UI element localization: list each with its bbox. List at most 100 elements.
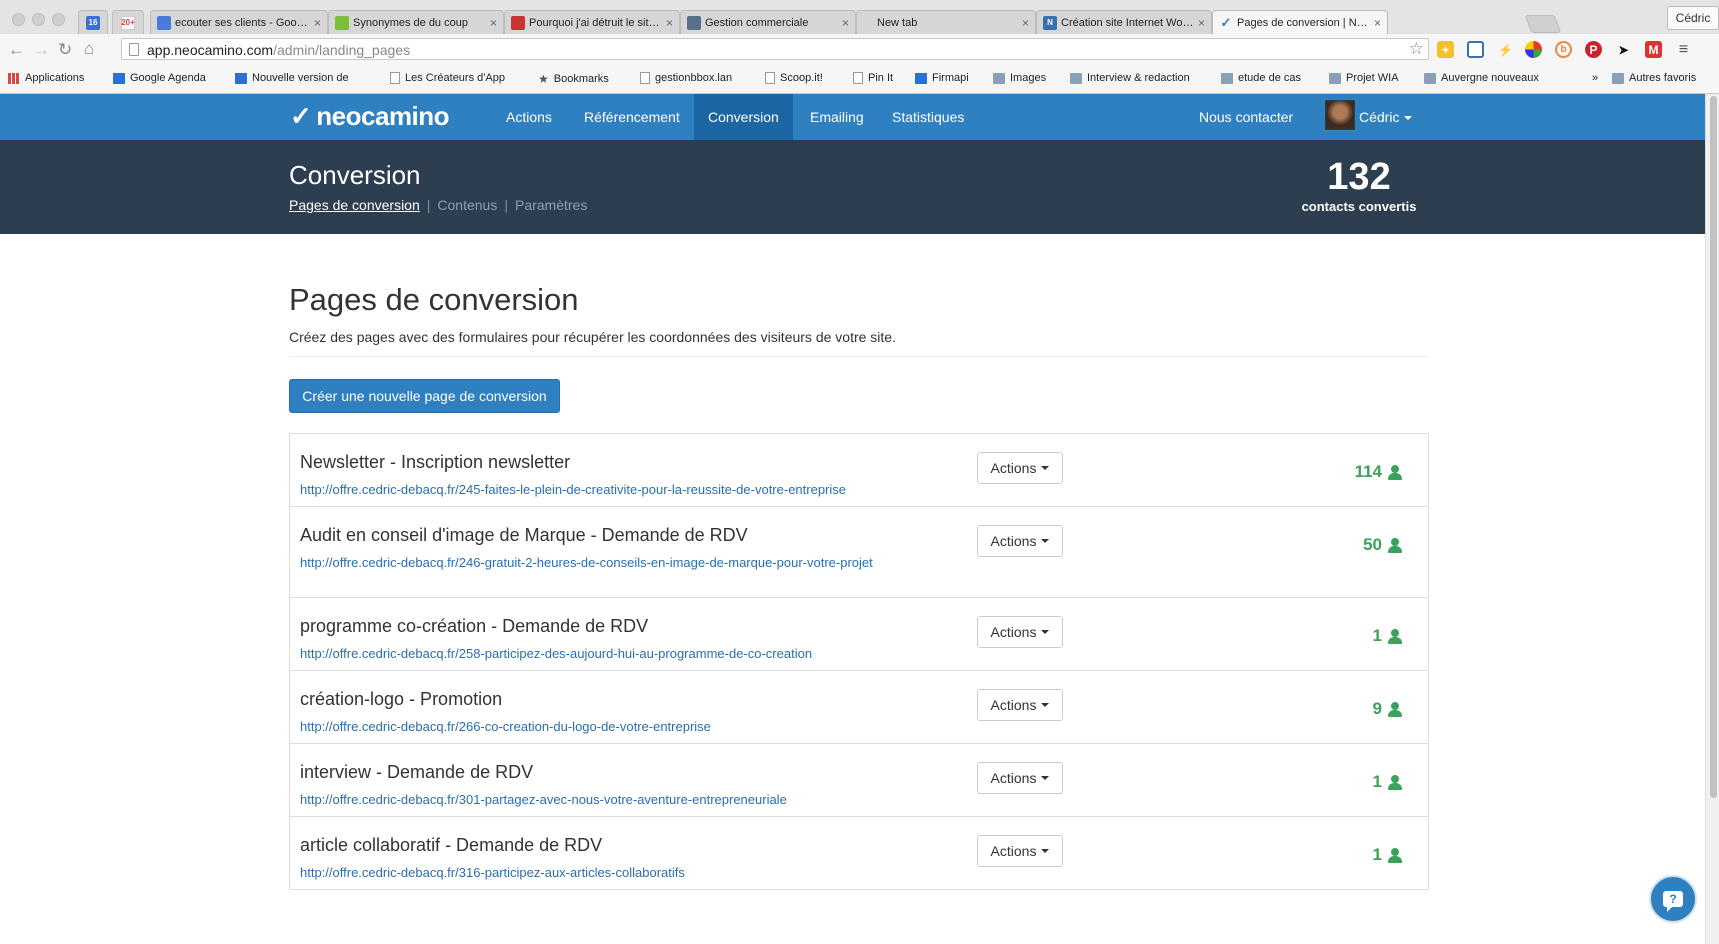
cursor-icon[interactable]: ➤ [1615, 41, 1632, 58]
tab-close-icon[interactable]: × [1198, 16, 1205, 30]
subnav-contenus[interactable]: Contenus [437, 197, 497, 213]
window-zoom-button[interactable] [52, 13, 65, 26]
bookmark-google-agenda[interactable]: Google Agenda [113, 72, 206, 84]
new-tab-button[interactable] [1524, 15, 1562, 33]
bookmark-gestionbbox[interactable]: gestionbbox.lan [640, 72, 732, 84]
actions-dropdown-button[interactable]: Actions [977, 762, 1063, 794]
color-wheel-icon[interactable] [1525, 41, 1542, 58]
bookmark-applications[interactable]: Applications [8, 72, 84, 84]
actions-dropdown-button[interactable]: Actions [977, 525, 1063, 557]
tab-gestion-commerciale[interactable]: Gestion commerciale × [680, 10, 856, 34]
page-name[interactable]: Newsletter - Inscription newsletter [300, 452, 570, 473]
bookmark-scoopit[interactable]: Scoop.it! [765, 72, 823, 84]
reload-icon[interactable]: ↻ [58, 40, 72, 60]
bookmark-images[interactable]: Images [993, 72, 1046, 84]
docs-icon [157, 15, 171, 30]
page-name[interactable]: programme co-création - Demande de RDV [300, 616, 648, 637]
tab-title: Pourquoi j'ai détruit le site w [529, 16, 662, 29]
bookmark-pin-it[interactable]: Pin It [853, 72, 893, 84]
address-bar[interactable]: app.neocamino.com/admin/landing_pages ☆ [121, 38, 1429, 60]
converted-contacts-label: contacts convertis [1301, 199, 1417, 214]
bookmark-nouvelle-version[interactable]: Nouvelle version de [235, 72, 349, 84]
page-url-link[interactable]: http://offre.cedric-debacq.fr/301-partag… [300, 790, 910, 810]
user-icon [1388, 847, 1402, 863]
bookmark-interview-redaction[interactable]: Interview & redaction [1070, 72, 1190, 84]
lightning-icon[interactable]: ⚡ [1497, 41, 1514, 58]
site-icon: N [1043, 15, 1057, 30]
page-name[interactable]: création-logo - Promotion [300, 689, 502, 710]
bookmark-star-icon[interactable]: ☆ [1409, 39, 1424, 59]
tab-close-icon[interactable]: × [1374, 16, 1381, 30]
bookmark-firmapi[interactable]: Firmapi [915, 72, 969, 84]
scrollbar-thumb[interactable] [1710, 96, 1717, 798]
bookmark-etude-de-cas[interactable]: etude de cas [1221, 72, 1301, 84]
page-name[interactable]: Audit en conseil d'image de Marque - Dem… [300, 525, 748, 546]
bookmark-autres-favoris[interactable]: Autres favoris [1612, 72, 1696, 84]
list-item: programme co-création - Demande de RDV h… [290, 598, 1428, 671]
actions-dropdown-button[interactable]: Actions [977, 616, 1063, 648]
tab-pages-de-conversion[interactable]: ✓ Pages de conversion | Neoc × [1212, 10, 1388, 34]
tab-close-icon[interactable]: × [314, 16, 321, 30]
bookmark-bookmarks[interactable]: ★ Bookmarks [538, 72, 609, 86]
bookmark-createurs-app[interactable]: Les Créateurs d'App [390, 72, 505, 84]
window-close-button[interactable] [12, 13, 25, 26]
home-icon[interactable]: ⌂ [84, 39, 94, 59]
tab-pourquoi[interactable]: Pourquoi j'ai détruit le site w × [504, 10, 680, 34]
page-name[interactable]: article collaboratif - Demande de RDV [300, 835, 602, 856]
help-chat-button[interactable]: ? [1649, 875, 1697, 923]
site-icon [511, 15, 525, 30]
page-url-link[interactable]: http://offre.cedric-debacq.fr/245-faites… [300, 480, 910, 500]
tab-pinned-calendar[interactable]: 16 [78, 10, 108, 34]
tab-pinned-gmail[interactable]: 20+ [112, 10, 144, 34]
subnav-parametres[interactable]: Paramètres [515, 197, 587, 213]
actions-dropdown-button[interactable]: Actions [977, 452, 1063, 484]
page-scrollbar[interactable] [1705, 94, 1719, 944]
caret-down-icon [1041, 539, 1050, 543]
bookmark-auvergne[interactable]: Auvergne nouveaux [1424, 72, 1539, 84]
actions-dropdown-button[interactable]: Actions [977, 835, 1063, 867]
blogger-icon[interactable]: b [1555, 41, 1572, 58]
nav-emailing[interactable]: Emailing [796, 94, 878, 140]
tab-creation-site[interactable]: N Création site Internet Wordp × [1036, 10, 1212, 34]
extension-icon[interactable]: + [1437, 41, 1454, 58]
nav-referencement[interactable]: Référencement [570, 94, 694, 140]
screenshot-icon[interactable] [1467, 41, 1484, 58]
nav-actions[interactable]: Actions [492, 94, 566, 140]
forward-arrow-icon[interactable]: → [33, 40, 50, 60]
nav-conversion[interactable]: Conversion [694, 94, 793, 140]
page-name[interactable]: interview - Demande de RDV [300, 762, 533, 783]
actions-dropdown-button[interactable]: Actions [977, 689, 1063, 721]
page-url-link[interactable]: http://offre.cedric-debacq.fr/266-co-cre… [300, 717, 910, 737]
avatar[interactable] [1325, 100, 1355, 130]
tab-google-docs[interactable]: ecouter ses clients - Google × [150, 10, 328, 34]
pinterest-icon[interactable]: P [1585, 41, 1602, 58]
create-conversion-page-button[interactable]: Créer une nouvelle page de conversion [289, 379, 560, 413]
gmail-notifier-icon[interactable]: M [1645, 41, 1662, 58]
caret-down-icon [1041, 703, 1050, 707]
tab-close-icon[interactable]: × [666, 16, 673, 30]
bookmark-projet-wia[interactable]: Projet WIA [1329, 72, 1399, 84]
page-url-link[interactable]: http://offre.cedric-debacq.fr/258-partic… [300, 644, 910, 664]
nav-nous-contacter[interactable]: Nous contacter [1185, 94, 1307, 140]
list-item: création-logo - Promotion http://offre.c… [290, 671, 1428, 744]
tab-close-icon[interactable]: × [1022, 16, 1029, 30]
bookmarks-overflow-button[interactable]: » [1592, 72, 1598, 84]
profile-button[interactable]: Cédric [1667, 6, 1719, 30]
contacts-count: 9 [1373, 699, 1402, 719]
tab-new-tab[interactable]: New tab × [856, 10, 1036, 34]
page-url-link[interactable]: http://offre.cedric-debacq.fr/246-gratui… [300, 553, 910, 573]
tab-close-icon[interactable]: × [490, 16, 497, 30]
star-icon: ★ [538, 72, 549, 86]
user-menu[interactable]: Cédric [1359, 94, 1413, 140]
tab-title: Synonymes de du coup [353, 16, 468, 29]
nav-statistiques[interactable]: Statistiques [878, 94, 978, 140]
subnav-pages-de-conversion[interactable]: Pages de conversion [289, 197, 420, 213]
tab-close-icon[interactable]: × [842, 16, 849, 30]
brand-logo[interactable]: ✓ neocamino [290, 101, 450, 132]
contacts-count: 1 [1373, 772, 1402, 792]
page-url-link[interactable]: http://offre.cedric-debacq.fr/316-partic… [300, 863, 910, 883]
menu-icon[interactable]: ≡ [1675, 41, 1692, 58]
window-minimize-button[interactable] [32, 13, 45, 26]
tab-synonymes[interactable]: Synonymes de du coup × [328, 10, 504, 34]
back-arrow-icon[interactable]: ← [8, 40, 25, 60]
